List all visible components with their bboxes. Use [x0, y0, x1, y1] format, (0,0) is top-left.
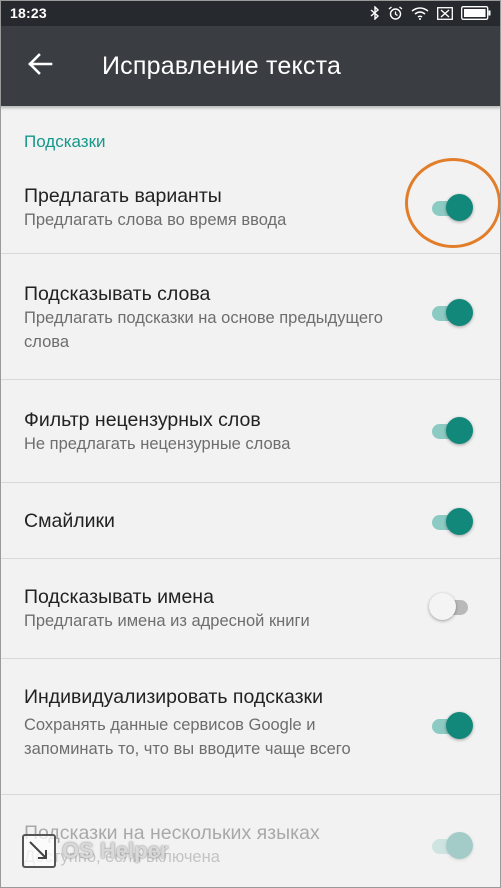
toggle-thumb	[446, 298, 473, 326]
alarm-icon	[388, 5, 403, 21]
setting-row-suggestions[interactable]: Предлагать варианты Предлагать слова во …	[0, 158, 501, 254]
setting-row-personalized-suggestions[interactable]: Индивидуализировать подсказки Сохранять …	[0, 659, 501, 795]
emoji-toggle[interactable]	[429, 507, 473, 537]
setting-row-next-word[interactable]: Подсказывать слова Предлагать подсказки …	[0, 254, 501, 380]
watermark-text: OS Helper	[62, 838, 169, 863]
profanity-filter-toggle[interactable]	[429, 416, 473, 446]
battery-icon	[461, 6, 491, 20]
watermark-logo-icon	[22, 834, 56, 868]
wifi-icon	[411, 6, 429, 20]
setting-title: Смайлики	[24, 510, 115, 532]
app-bar: Исправление текста	[0, 26, 501, 106]
toggle-thumb	[429, 592, 456, 620]
toggle-thumb	[446, 831, 473, 859]
bluetooth-icon	[370, 6, 380, 20]
setting-summary: Предлагать имена из адресной книги	[24, 612, 310, 630]
suggestions-toggle[interactable]	[429, 193, 473, 223]
toggle-thumb	[446, 193, 473, 221]
settings-list[interactable]: Подсказки Предлагать варианты Предлагать…	[0, 106, 501, 888]
section-header: Подсказки	[24, 132, 106, 151]
sim-off-icon	[437, 6, 453, 20]
setting-row-emoji[interactable]: Смайлики	[0, 483, 501, 559]
toggle-thumb	[446, 417, 473, 444]
toggle-thumb	[446, 507, 473, 535]
status-icons	[370, 5, 491, 21]
watermark: OS Helper	[22, 830, 168, 872]
setting-title: Подсказывать имена	[24, 586, 214, 608]
setting-row-contact-names[interactable]: Подсказывать имена Предлагать имена из а…	[0, 559, 501, 659]
setting-title: Предлагать варианты	[24, 185, 222, 207]
setting-summary: Сохранять данные сервисов Google и запом…	[24, 716, 351, 758]
setting-title: Индивидуализировать подсказки	[24, 686, 323, 708]
setting-summary: Предлагать слова во время ввода	[24, 211, 287, 229]
status-bar: 18:23	[0, 0, 501, 26]
back-button[interactable]	[0, 26, 80, 106]
setting-title: Подсказывать слова	[24, 283, 211, 305]
setting-row-profanity-filter[interactable]: Фильтр нецензурных слов Не предлагать не…	[0, 380, 501, 483]
setting-title: Фильтр нецензурных слов	[24, 409, 261, 431]
status-time: 18:23	[10, 5, 47, 21]
arrow-left-icon	[27, 52, 53, 80]
personalized-suggestions-toggle[interactable]	[429, 711, 473, 741]
setting-summary: Не предлагать нецензурные слова	[24, 435, 291, 453]
next-word-toggle[interactable]	[429, 298, 473, 328]
page-title: Исправление текста	[102, 51, 342, 80]
multilingual-toggle[interactable]	[429, 831, 473, 861]
toggle-thumb	[446, 711, 473, 739]
setting-summary: Предлагать подсказки на основе предыдуще…	[24, 309, 383, 351]
contact-names-toggle[interactable]	[429, 592, 473, 622]
